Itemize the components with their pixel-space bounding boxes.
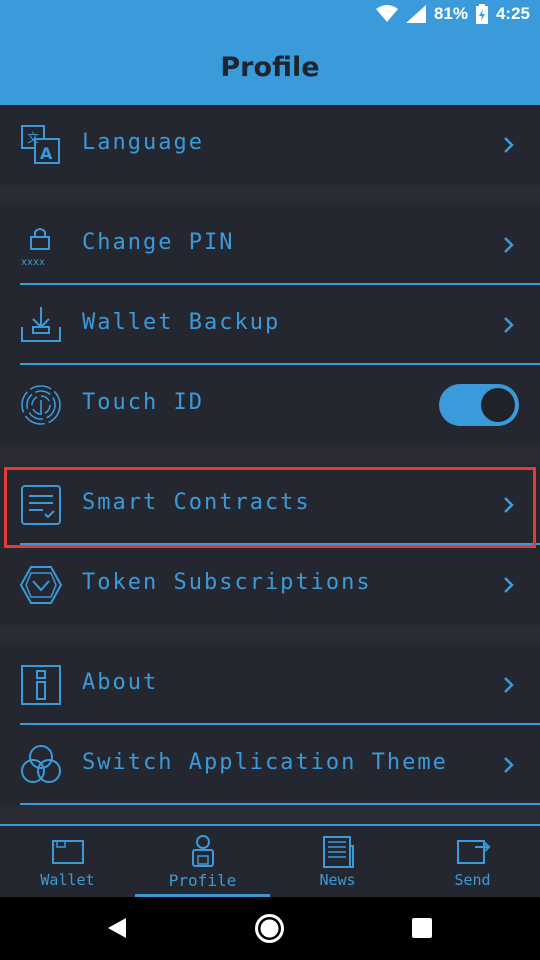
news-icon — [322, 836, 354, 868]
recents-icon[interactable] — [411, 917, 433, 939]
section-divider — [0, 625, 540, 645]
selection-highlight — [4, 467, 536, 548]
settings-item-language[interactable]: 文 A Language — [0, 105, 540, 185]
settings-item-label: About — [82, 670, 159, 695]
section-divider — [0, 185, 540, 205]
chevron-right-icon — [504, 577, 514, 593]
chevron-right-icon — [504, 237, 514, 253]
svg-text:A: A — [40, 144, 53, 163]
theme-icon — [21, 745, 61, 783]
settings-item-switch-theme[interactable]: Switch Application Theme — [0, 725, 540, 805]
signal-icon — [405, 5, 426, 23]
clock: 4:25 — [495, 4, 530, 23]
settings-item-token-subscriptions[interactable]: Token Subscriptions — [0, 545, 540, 625]
chevron-right-icon — [504, 317, 514, 333]
language-icon: 文 A — [21, 125, 60, 164]
pin-icon: xxxx — [21, 228, 50, 267]
nav-tab-label: Send — [454, 871, 491, 889]
settings-item-wallet-backup[interactable]: Wallet Backup — [0, 285, 540, 365]
svg-text:文: 文 — [27, 130, 39, 145]
nav-tab-label: Profile — [168, 871, 237, 890]
nav-tab-wallet[interactable]: Wallet — [0, 826, 135, 898]
settings-item-about[interactable]: About — [0, 645, 540, 725]
settings-item-label: Token Subscriptions — [82, 570, 372, 595]
wifi-icon — [375, 5, 398, 22]
battery-percentage: 81% — [433, 4, 468, 23]
settings-item-label: Language — [82, 130, 204, 155]
app-bar: Profile — [0, 34, 540, 105]
settings-item-label: Switch Application Theme — [82, 750, 448, 775]
settings-item-label: Change PIN — [82, 230, 235, 255]
settings-item-label: Touch ID — [82, 390, 204, 415]
send-icon — [456, 840, 490, 864]
status-bar: 81% 4:25 — [0, 0, 540, 34]
system-navigation-bar — [0, 897, 540, 960]
token-icon — [19, 566, 63, 604]
settings-item-touch-id: Touch ID — [0, 365, 540, 445]
svg-text:xxxx: xxxx — [21, 257, 45, 267]
settings-item-label: Wallet Backup — [82, 310, 281, 335]
toggle-knob — [481, 388, 515, 422]
profile-icon — [191, 835, 214, 867]
nav-tab-profile[interactable]: Profile — [135, 826, 270, 898]
home-icon[interactable] — [254, 913, 285, 944]
nav-tab-news[interactable]: News — [270, 826, 405, 898]
page-title: Profile — [220, 52, 320, 83]
wallet-icon — [51, 840, 84, 864]
settings-item-change-pin[interactable]: xxxx Change PIN — [0, 205, 540, 285]
back-icon[interactable] — [106, 916, 128, 940]
section-divider — [0, 805, 540, 824]
nav-tab-label: Wallet — [40, 871, 95, 889]
chevron-right-icon — [504, 757, 514, 773]
fingerprint-icon — [21, 385, 61, 425]
section-divider — [0, 445, 540, 465]
nav-tab-send[interactable]: Send — [405, 826, 540, 898]
chevron-right-icon — [504, 137, 514, 153]
info-icon — [21, 665, 61, 705]
chevron-right-icon — [504, 677, 514, 693]
bottom-navigation: Wallet Profile News Send — [0, 824, 540, 897]
nav-tab-label: News — [319, 871, 356, 889]
battery-charging-icon — [475, 4, 488, 24]
backup-icon — [21, 307, 61, 342]
touch-id-toggle[interactable] — [439, 384, 519, 426]
